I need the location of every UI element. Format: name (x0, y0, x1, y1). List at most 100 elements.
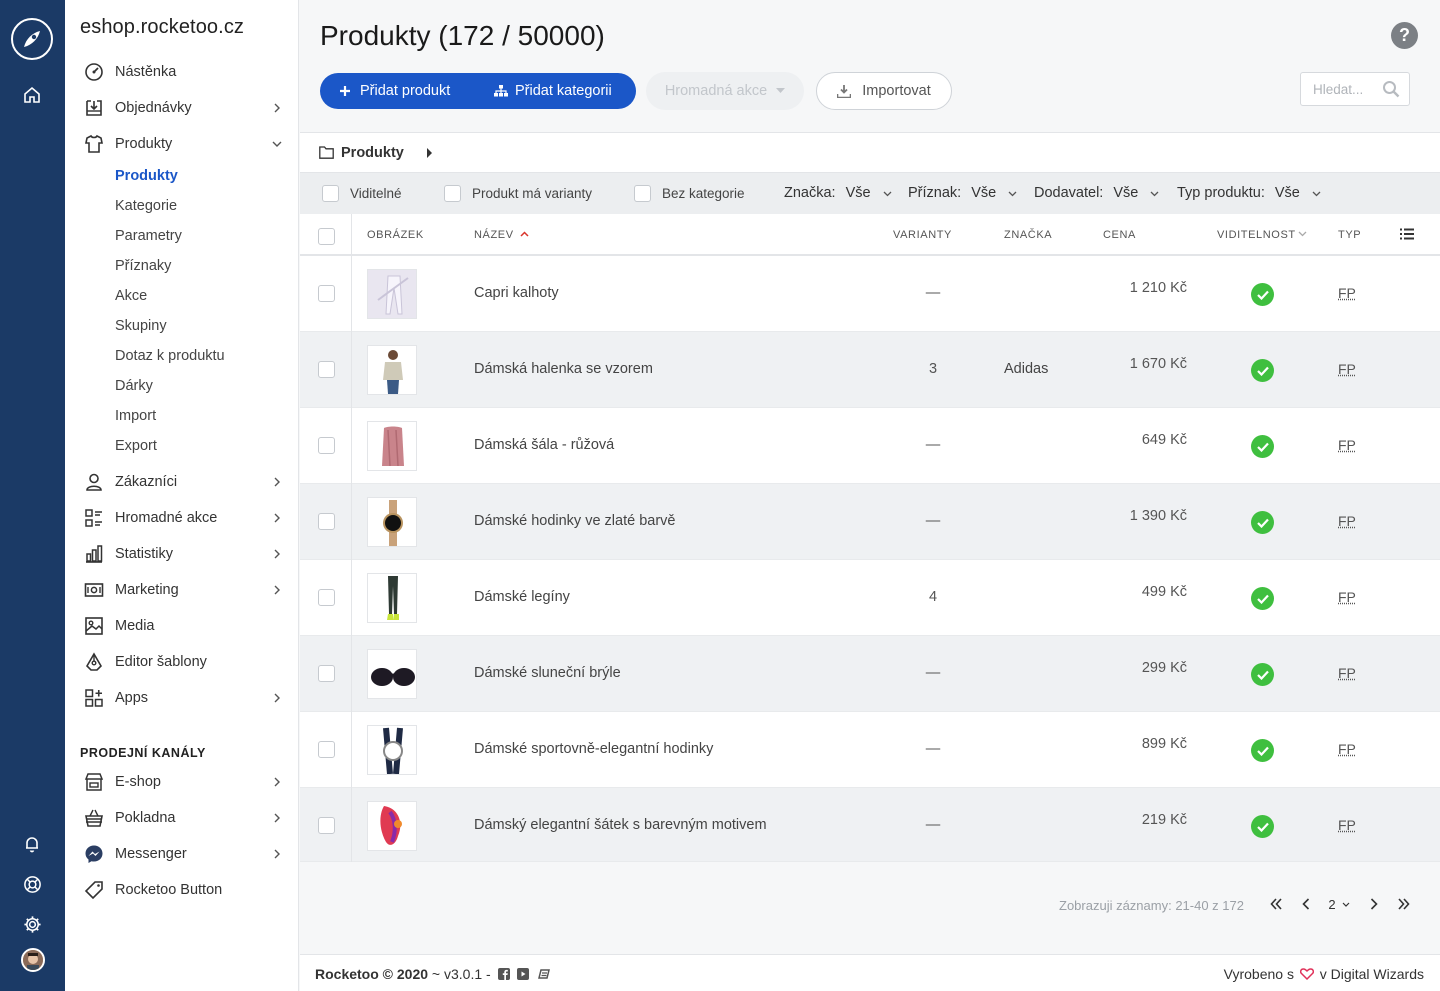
next-page-icon[interactable] (1365, 895, 1383, 913)
add-product-button[interactable]: Přidat produkt (320, 73, 484, 109)
lifebuoy-icon[interactable] (20, 872, 44, 896)
sidebar-item-statistics[interactable]: Statistiky (65, 539, 299, 569)
first-page-icon[interactable] (1267, 895, 1285, 913)
user-avatar[interactable] (21, 948, 45, 972)
submenu-gifts[interactable]: Dárky (115, 378, 153, 394)
table-row[interactable]: Dámská šála - růžová — 649 Kč FP (300, 408, 1440, 484)
filter-visible-checkbox[interactable] (322, 185, 339, 202)
row-checkbox[interactable] (318, 437, 335, 454)
visible-check-icon[interactable] (1251, 587, 1274, 610)
product-thumbnail[interactable] (367, 573, 417, 623)
search-icon[interactable] (1382, 80, 1400, 98)
sidebar-item-pos[interactable]: Pokladna (65, 803, 299, 833)
submenu-sales[interactable]: Akce (115, 288, 147, 304)
filter-has-variants-checkbox[interactable] (444, 185, 461, 202)
gear-icon[interactable] (20, 912, 44, 936)
product-name[interactable]: Dámské hodinky ve zlaté barvě (474, 513, 676, 529)
filter-brand-dropdown[interactable]: Značka: Vše (784, 185, 892, 201)
filter-no-category-checkbox[interactable] (634, 185, 651, 202)
visible-check-icon[interactable] (1251, 283, 1274, 306)
import-button[interactable]: Importovat (816, 72, 952, 110)
visible-check-icon[interactable] (1251, 739, 1274, 762)
sidebar-item-customers[interactable]: Zákazníci (65, 467, 299, 497)
table-row[interactable]: Dámské hodinky ve zlaté barvě — 1 390 Kč… (300, 484, 1440, 560)
sidebar-item-apps[interactable]: Apps (65, 683, 299, 713)
row-checkbox[interactable] (318, 817, 335, 834)
product-name[interactable]: Capri kalhoty (474, 285, 559, 301)
row-checkbox[interactable] (318, 361, 335, 378)
sidebar-item-eshop[interactable]: E-shop (65, 767, 299, 797)
visible-check-icon[interactable] (1251, 435, 1274, 458)
sidebar-item-rocketoo-button[interactable]: Rocketoo Button (65, 875, 299, 905)
row-checkbox[interactable] (318, 665, 335, 682)
product-thumbnail[interactable] (367, 801, 417, 851)
footer-company[interactable]: v Digital Wizards (1320, 966, 1424, 982)
visible-check-icon[interactable] (1251, 663, 1274, 686)
page-select[interactable]: 2 (1324, 895, 1354, 913)
product-thumbnail[interactable] (367, 269, 417, 319)
row-checkbox[interactable] (318, 513, 335, 530)
row-checkbox[interactable] (318, 589, 335, 606)
help-icon[interactable]: ? (1391, 22, 1418, 49)
bell-icon[interactable] (20, 832, 44, 856)
product-name[interactable]: Dámský elegantní šátek s barevným motive… (474, 817, 767, 833)
select-all-checkbox[interactable] (318, 228, 335, 245)
product-thumbnail[interactable] (367, 649, 417, 699)
breadcrumb-item-products[interactable]: Produkty (341, 145, 404, 161)
submenu-parameters[interactable]: Parametry (115, 228, 182, 244)
prev-page-icon[interactable] (1297, 895, 1315, 913)
sidebar-item-products[interactable]: Produkty (65, 129, 299, 159)
product-name[interactable]: Dámská halenka se vzorem (474, 361, 653, 377)
submenu-import[interactable]: Import (115, 408, 156, 424)
row-checkbox[interactable] (318, 741, 335, 758)
submenu-export[interactable]: Export (115, 438, 157, 454)
sidebar-item-messenger[interactable]: Messenger (65, 839, 299, 869)
caret-right-icon[interactable] (426, 148, 433, 158)
youtube-icon[interactable] (517, 968, 530, 980)
visible-check-icon[interactable] (1251, 815, 1274, 838)
product-name[interactable]: Dámské sluneční brýle (474, 665, 621, 681)
column-settings-icon[interactable] (1400, 228, 1414, 240)
product-thumbnail[interactable] (367, 421, 417, 471)
column-header-visibility[interactable]: VIDITELNOST (1217, 229, 1296, 241)
row-checkbox[interactable] (318, 285, 335, 302)
visible-check-icon[interactable] (1251, 511, 1274, 534)
sort-asc-icon[interactable] (520, 231, 529, 237)
column-header-name[interactable]: NÁZEV (474, 229, 514, 241)
submenu-groups[interactable]: Skupiny (115, 318, 167, 334)
sidebar-item-media[interactable]: Media (65, 611, 299, 641)
shop-name[interactable]: eshop.rocketoo.cz (80, 16, 244, 39)
blog-icon[interactable] (537, 968, 551, 980)
product-name[interactable]: Dámské legíny (474, 589, 570, 605)
mass-action-button[interactable]: Hromadná akce (646, 72, 804, 110)
submenu-flags[interactable]: Příznaky (115, 258, 171, 274)
submenu-product-inquiry[interactable]: Dotaz k produktu (115, 348, 225, 364)
table-row[interactable]: Dámský elegantní šátek s barevným motive… (300, 788, 1440, 862)
last-page-icon[interactable] (1395, 895, 1413, 913)
filter-product-type-dropdown[interactable]: Typ produktu: Vše (1177, 185, 1321, 201)
sidebar-item-orders[interactable]: Objednávky (65, 93, 299, 123)
product-thumbnail[interactable] (367, 725, 417, 775)
rocketoo-logo-icon[interactable] (11, 18, 53, 60)
search-input[interactable] (1313, 73, 1387, 105)
table-row[interactable]: Dámské sluneční brýle — 299 Kč FP (300, 636, 1440, 712)
chevron-down-icon[interactable] (1298, 231, 1307, 237)
table-row[interactable]: Dámské sportovně-elegantní hodinky — 899… (300, 712, 1440, 788)
product-thumbnail[interactable] (367, 345, 417, 395)
sidebar-item-marketing[interactable]: Marketing (65, 575, 299, 605)
sidebar-item-dashboard[interactable]: Nástěnka (65, 57, 299, 87)
table-row[interactable]: Dámské legíny 4 499 Kč FP (300, 560, 1440, 636)
table-row[interactable]: Capri kalhoty — 1 210 Kč FP (300, 256, 1440, 332)
submenu-products[interactable]: Produkty (115, 168, 178, 184)
add-category-button[interactable]: Přidat kategorii (484, 73, 612, 109)
sidebar-item-template-editor[interactable]: Editor šablony (65, 647, 299, 677)
table-row[interactable]: Dámská halenka se vzorem 3 Adidas 1 670 … (300, 332, 1440, 408)
product-name[interactable]: Dámské sportovně-elegantní hodinky (474, 741, 713, 757)
filter-flag-dropdown[interactable]: Příznak: Vše (908, 185, 1017, 201)
submenu-categories[interactable]: Kategorie (115, 198, 177, 214)
sidebar-item-mass-actions[interactable]: Hromadné akce (65, 503, 299, 533)
visible-check-icon[interactable] (1251, 359, 1274, 382)
facebook-icon[interactable] (497, 968, 510, 980)
product-name[interactable]: Dámská šála - růžová (474, 437, 614, 453)
product-thumbnail[interactable] (367, 497, 417, 547)
